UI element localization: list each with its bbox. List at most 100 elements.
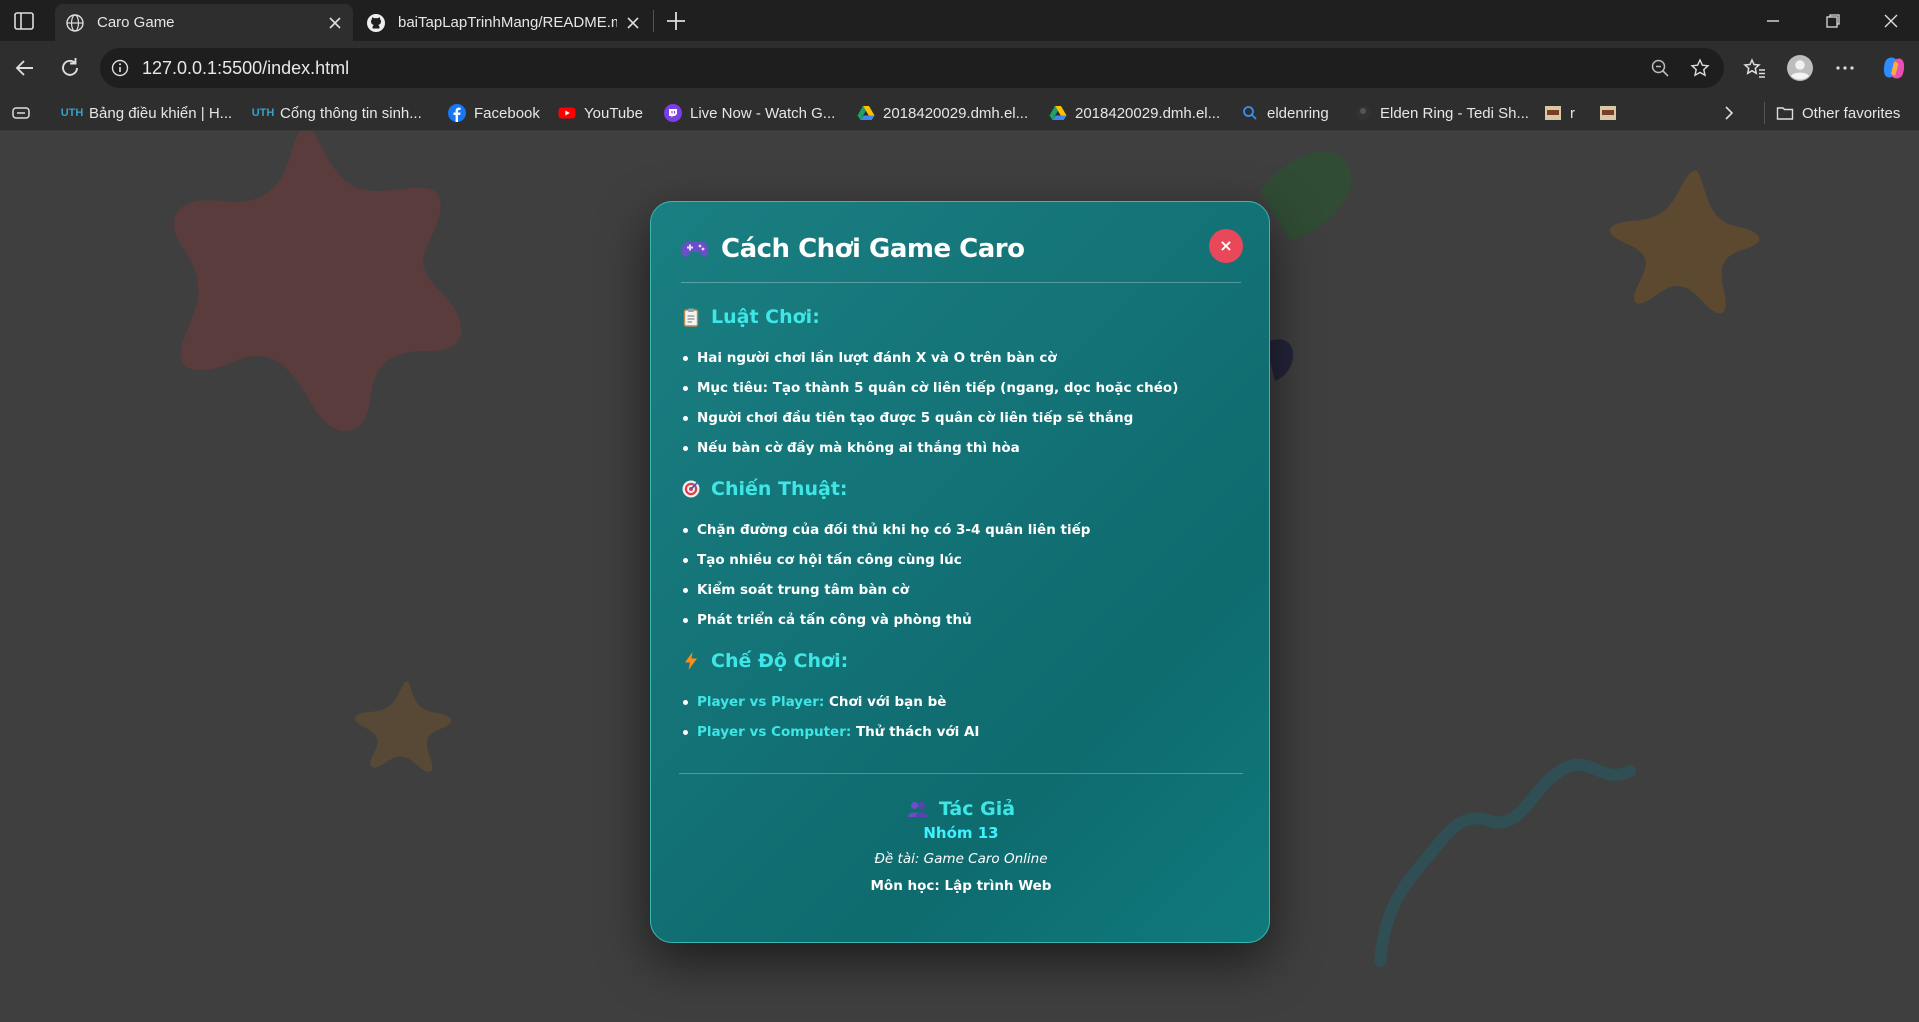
profile-avatar-icon[interactable] [1786, 54, 1814, 82]
course-subject: Môn học: Lập trình Web [870, 878, 1052, 894]
bookmark-twitch[interactable]: Live Now - Watch G... [664, 101, 835, 125]
bookmark-label: Cổng thông tin sinh... [280, 104, 422, 122]
globe-icon [66, 13, 84, 32]
bookmark-drive-1[interactable]: 2018420029.dmh.el... [857, 101, 1028, 125]
bookmark-facebook[interactable]: Facebook [448, 101, 540, 125]
close-tab-icon[interactable] [625, 15, 641, 31]
favorites-icon[interactable] [1741, 54, 1769, 82]
new-tab-icon[interactable] [663, 8, 689, 34]
divider [679, 773, 1243, 774]
address-bar[interactable]: 127.0.0.1:5500/index.html [100, 48, 1724, 88]
favorite-star-icon[interactable] [1690, 58, 1710, 78]
modal-title: Cách Chơi Game Caro [681, 234, 1025, 264]
close-tab-icon[interactable] [327, 15, 343, 31]
tab-title: baiTapLapTrinhMang/README.md [398, 14, 617, 31]
list-item: Người chơi đầu tiên tạo được 5 quân cờ l… [681, 403, 1178, 433]
tab-readme[interactable]: baiTapLapTrinhMang/README.md [356, 4, 651, 41]
facebook-icon [448, 104, 466, 122]
restore-icon[interactable] [1822, 10, 1844, 32]
folder-icon [1776, 107, 1794, 120]
mode-description: Thử thách với AI [855, 724, 980, 740]
rules-section-title: Luật Chơi: [681, 306, 820, 328]
game-modes-section-label: Chế Độ Chơi: [711, 650, 849, 672]
list-item: Kiểm soát trung tâm bàn cờ [681, 575, 1090, 605]
url-text[interactable]: 127.0.0.1:5500/index.html [142, 58, 349, 79]
search-icon [1243, 106, 1257, 120]
minimize-icon[interactable] [1762, 10, 1784, 32]
bookmark-label: r [1570, 104, 1575, 122]
list-item: Nếu bàn cờ đầy mà không ai thắng thì hòa [681, 433, 1178, 463]
tab-caro-game[interactable]: Caro Game [55, 4, 353, 41]
rules-list: Hai người chơi lần lượt đánh X và O trên… [681, 343, 1178, 463]
list-item: Phát triển cả tấn công và phòng thủ [681, 605, 1090, 635]
group-name: Nhóm 13 [923, 824, 999, 842]
strategy-list: Chặn đường của đối thủ khi họ có 3-4 quâ… [681, 515, 1090, 635]
tab-bar: Caro Game baiTapLapTrinhMang/README.md [0, 0, 1919, 41]
google-drive-icon [1049, 106, 1067, 120]
copilot-icon[interactable] [1880, 54, 1908, 82]
how-to-play-modal: Cách Chơi Game Caro × Luật Chơi: Hai ngư… [650, 201, 1270, 943]
bookmark-label: Live Now - Watch G... [690, 104, 836, 122]
bookmark-eldenring-search[interactable]: eldenring [1241, 101, 1329, 125]
twitch-icon [664, 104, 682, 122]
bookmarks-bar: UTH Bảng điều khiển | H... UTH Cổng thôn… [0, 96, 1919, 131]
mode-name: Player vs Computer: [697, 724, 852, 740]
uth-logo-icon: UTH [60, 107, 84, 119]
chevron-right-icon[interactable] [1720, 104, 1738, 122]
author-title: Tác Giả [651, 798, 1271, 820]
google-drive-icon [857, 106, 875, 120]
list-item: Chặn đường của đối thủ khi họ có 3-4 quâ… [681, 515, 1090, 545]
site-info-icon[interactable] [111, 59, 129, 77]
more-options-icon[interactable] [1831, 54, 1859, 82]
list-item: Tạo nhiều cơ hội tấn công cùng lúc [681, 545, 1090, 575]
people-icon [907, 802, 928, 817]
decorative-star-shape [355, 681, 452, 772]
github-icon [367, 13, 385, 32]
other-favorites-label: Other favorites [1802, 104, 1901, 122]
mode-name: Player vs Player: [697, 694, 825, 710]
bookmark-bang-dieu-khien[interactable]: UTH Bảng điều khiển | H... [60, 101, 233, 125]
decorative-star-shape [174, 131, 462, 431]
game-modes-section-title: Chế Độ Chơi: [681, 650, 848, 672]
page-icon [1356, 106, 1370, 120]
decorative-squiggle-shape [1374, 758, 1636, 967]
rules-section-label: Luật Chơi: [711, 306, 820, 328]
close-window-icon[interactable] [1880, 10, 1902, 32]
bookmark-elden-ring-tedi[interactable]: Elden Ring - Tedi Sh... [1354, 101, 1529, 125]
image-thumbnail-icon[interactable] [1599, 104, 1617, 122]
other-favorites-folder[interactable]: Other favorites [1776, 101, 1900, 125]
bookmark-label: Elden Ring - Tedi Sh... [1380, 104, 1529, 122]
collections-icon[interactable] [11, 105, 31, 121]
decorative-letter-shape [1270, 339, 1294, 381]
bookmark-drive-2[interactable]: 2018420029.dmh.el... [1049, 101, 1220, 125]
bookmark-cong-thong-tin[interactable]: UTH Cổng thông tin sinh... [252, 101, 422, 125]
zoom-out-icon[interactable] [1650, 58, 1670, 78]
author-title-text: Tác Giả [938, 798, 1016, 820]
page-content: Cách Chơi Game Caro × Luật Chơi: Hai ngư… [0, 131, 1919, 1022]
list-item: Hai người chơi lần lượt đánh X và O trên… [681, 343, 1178, 373]
list-item: Player vs Player: Chơi với bạn bè [681, 687, 979, 717]
browser-toolbar: 127.0.0.1:5500/index.html [0, 41, 1919, 96]
list-item: Mục tiêu: Tạo thành 5 quân cờ liên tiếp … [681, 373, 1178, 403]
tab-title: Caro Game [97, 14, 175, 31]
reload-icon[interactable] [56, 54, 84, 82]
youtube-icon [558, 107, 576, 119]
bookmark-separator [1764, 102, 1765, 124]
bookmark-label: 2018420029.dmh.el... [883, 104, 1029, 122]
lightning-icon [685, 652, 697, 670]
bookmark-image-r[interactable]: r [1544, 101, 1575, 125]
bookmark-label: YouTube [584, 104, 643, 122]
clipboard-icon [683, 308, 699, 327]
sidebar-toggle-icon[interactable] [12, 9, 36, 33]
bookmark-label: eldenring [1267, 104, 1329, 122]
close-button[interactable]: × [1209, 229, 1243, 263]
target-icon [682, 480, 700, 498]
bookmark-label: Facebook [474, 104, 540, 122]
modal-title-text: Cách Chơi Game Caro [721, 234, 1025, 264]
bookmark-youtube[interactable]: YouTube [558, 101, 643, 125]
tab-separator [653, 10, 654, 32]
bookmark-label: Bảng điều khiển | H... [89, 104, 233, 122]
game-controller-icon [681, 242, 709, 257]
back-arrow-icon[interactable] [11, 54, 39, 82]
modal-header: Cách Chơi Game Caro × [681, 229, 1243, 283]
